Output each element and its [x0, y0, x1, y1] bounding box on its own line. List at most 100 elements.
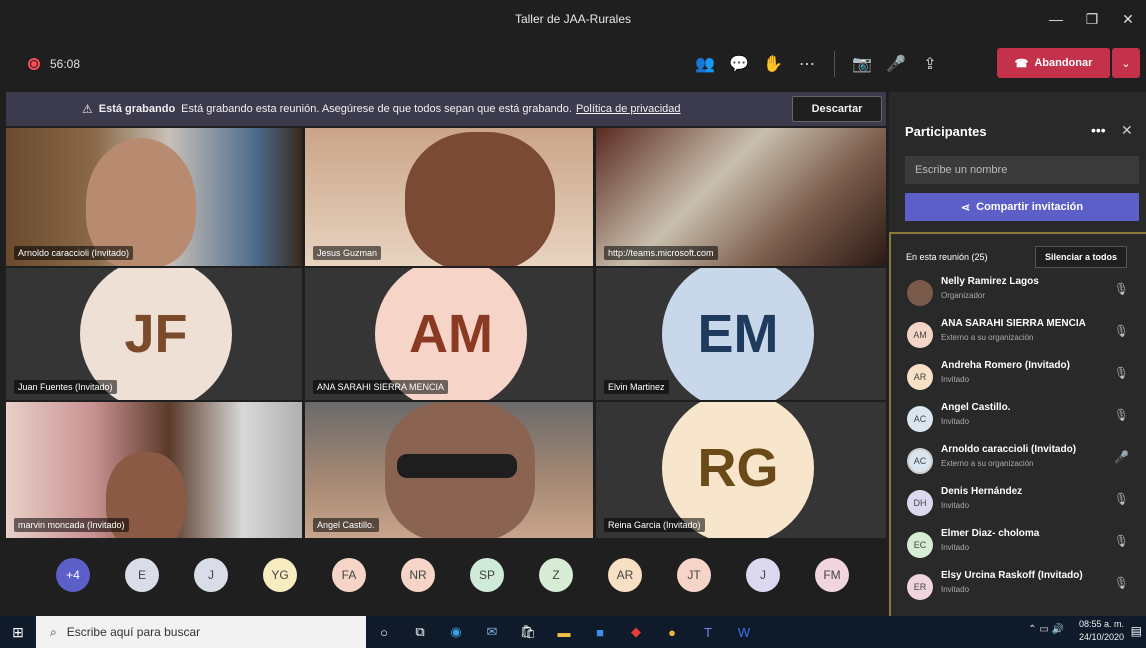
video-tile[interactable]: Arnoldo caraccioli (Invitado) [6, 128, 302, 266]
strip-avatar[interactable]: FM [815, 558, 849, 592]
leave-options-chevron-icon[interactable]: ⌄ [1112, 48, 1140, 78]
participants-icon[interactable]: 👥 [688, 54, 722, 74]
avatar-strip: +4 E J YG FA NR SP Z AR JT J FM [6, 545, 886, 605]
video-tile[interactable]: RG Reina Garcia (Invitado) [596, 402, 886, 538]
chat-icon[interactable]: 💬 [722, 54, 756, 74]
word-icon[interactable]: W [726, 616, 762, 648]
more-actions-icon[interactable]: ⋯ [790, 54, 824, 74]
strip-avatar[interactable]: JT [677, 558, 711, 592]
strip-avatar[interactable]: AR [608, 558, 642, 592]
participant-avatar: AC [907, 406, 933, 432]
video-tile[interactable]: Angel Castillo. [305, 402, 593, 538]
minimize-button[interactable]: — [1038, 11, 1074, 27]
strip-avatar[interactable]: NR [401, 558, 435, 592]
taskbar-search-input[interactable]: ⌕ Escribe aquí para buscar [36, 616, 366, 648]
video-tile[interactable]: marvin moncada (Invitado) [6, 402, 302, 538]
participant-row[interactable]: AC Angel Castillo. Invitado 🎙 [903, 398, 1143, 438]
video-tile[interactable]: JF Juan Fuentes (Invitado) [6, 268, 302, 400]
tile-name: http://teams.microsoft.com [604, 246, 718, 260]
tile-name: Jesus Guzman [313, 246, 382, 260]
share-invite-button[interactable]: ⋖ Compartir invitación [905, 193, 1139, 221]
zoom-icon[interactable]: ■ [582, 616, 618, 648]
participant-role: Invitado [941, 375, 970, 384]
tile-name: Arnoldo caraccioli (Invitado) [14, 246, 134, 260]
strip-avatar[interactable]: J [194, 558, 228, 592]
maximize-button[interactable]: ❐ [1074, 11, 1110, 28]
close-button[interactable]: ✕ [1110, 11, 1146, 28]
cortana-icon[interactable]: ○ [366, 616, 402, 648]
mic-muted-icon[interactable]: 🎙 [1114, 576, 1129, 590]
share-screen-icon[interactable]: ⇪ [913, 54, 947, 74]
edge-icon[interactable]: ◉ [438, 616, 474, 648]
avatar-initials: AC [913, 414, 927, 424]
video-grid: Arnoldo caraccioli (Invitado) Jesus Guzm… [6, 128, 886, 538]
participant-role: Organizador [941, 291, 986, 300]
toolbar-controls: 👥 💬 ✋ ⋯ 📷 🎤 ⇪ [688, 38, 947, 90]
share-icon: ⋖ [960, 201, 971, 214]
in-meeting-count: En esta reunión (25) [906, 252, 988, 262]
system-tray-icons[interactable]: ⌃ ▭ 🔊 [1028, 624, 1064, 635]
phone-hangup-icon: ☎ [1014, 57, 1029, 70]
camera-off-icon[interactable]: 📷 [845, 54, 879, 74]
participant-name: Angel Castillo. [941, 402, 1011, 413]
video-tile[interactable]: EM Elvin Martinez [596, 268, 886, 400]
strip-avatar[interactable]: FA [332, 558, 366, 592]
sunglasses-shape [397, 454, 517, 478]
file-explorer-icon[interactable]: ▬ [546, 616, 582, 648]
acrobat-icon[interactable]: ◆ [618, 616, 654, 648]
mail-icon[interactable]: ✉ [474, 616, 510, 648]
strip-avatar[interactable]: YG [263, 558, 297, 592]
participant-avatar: AR [907, 364, 933, 390]
strip-avatar[interactable]: SP [470, 558, 504, 592]
participant-row[interactable]: ER Elsy Urcina Raskoff (Invitado) Invita… [903, 566, 1143, 606]
participant-search-input[interactable]: Escribe un nombre [905, 156, 1139, 184]
mic-muted-icon[interactable]: 🎙 [1114, 492, 1129, 506]
chrome-icon[interactable]: ● [654, 616, 690, 648]
leave-button[interactable]: ☎ Abandonar [997, 48, 1110, 78]
video-tile[interactable]: Jesus Guzman [305, 128, 593, 266]
participant-row[interactable]: DH Denis Hernández Invitado 🎙 [903, 482, 1143, 522]
privacy-link[interactable]: Política de privacidad [576, 103, 681, 115]
mic-muted-icon[interactable]: 🎙 [1114, 366, 1129, 380]
participant-row[interactable]: EC Elmer Diaz- choloma Invitado 🎙 [903, 524, 1143, 564]
mic-off-icon[interactable]: 🎤 [879, 54, 913, 74]
teams-icon[interactable]: T [690, 616, 726, 648]
participant-role: Invitado [941, 543, 970, 552]
participant-photo [907, 280, 933, 306]
participant-name: Nelly Ramirez Lagos [941, 276, 1039, 287]
participant-row[interactable]: AR Andreha Romero (Invitado) Invitado 🎙 [903, 356, 1143, 396]
windows-start-icon[interactable]: ⊞ [0, 624, 36, 641]
clock-date: 24/10/2020 [1078, 632, 1124, 642]
video-tile[interactable]: AM ANA SARAHI SIERRA MENCIA [305, 268, 593, 400]
participant-row[interactable]: AC Arnoldo caraccioli (Invitado) Externo… [903, 440, 1143, 480]
strip-avatar[interactable]: J [746, 558, 780, 592]
participant-name: Elmer Diaz- choloma [941, 528, 1040, 539]
mic-on-icon[interactable]: 🎤 [1114, 450, 1129, 464]
avatar-initials: FA [341, 568, 357, 582]
notifications-icon[interactable]: ▤ [1131, 624, 1142, 638]
mute-all-button[interactable]: Silenciar a todos [1035, 246, 1127, 268]
panel-more-icon[interactable]: ••• [1091, 122, 1106, 138]
overflow-avatar[interactable]: +4 [56, 558, 90, 592]
panel-close-icon[interactable]: ✕ [1121, 122, 1133, 139]
store-icon[interactable]: 🛍 [510, 616, 546, 648]
video-tile[interactable]: http://teams.microsoft.com [596, 128, 886, 266]
mic-muted-icon[interactable]: 🎙 [1114, 534, 1129, 548]
tile-name: marvin moncada (Invitado) [14, 518, 129, 532]
mic-muted-icon[interactable]: 🎙 [1114, 408, 1129, 422]
taskbar-clock[interactable]: 08:55 a. m. 24/10/2020 [1079, 618, 1124, 644]
participant-row[interactable]: Nelly Ramirez Lagos Organizador 🎙 [903, 272, 1143, 312]
avatar-initials: AC [913, 456, 927, 466]
raise-hand-icon[interactable]: ✋ [756, 54, 790, 74]
mic-muted-icon[interactable]: 🎙 [1114, 282, 1129, 296]
dismiss-button[interactable]: Descartar [792, 96, 882, 122]
strip-avatar[interactable]: Z [539, 558, 573, 592]
participant-role: Externo a su organización [941, 459, 1034, 468]
strip-avatar[interactable]: E [125, 558, 159, 592]
participant-row[interactable]: AM ANA SARAHI SIERRA MENCIA Externo a su… [903, 314, 1143, 354]
participant-avatar: DH [907, 490, 933, 516]
mic-muted-icon[interactable]: 🎙 [1114, 324, 1129, 338]
participant-video [405, 132, 555, 266]
avatar-initials: DH [913, 498, 927, 508]
task-view-icon[interactable]: ⧉ [402, 616, 438, 648]
